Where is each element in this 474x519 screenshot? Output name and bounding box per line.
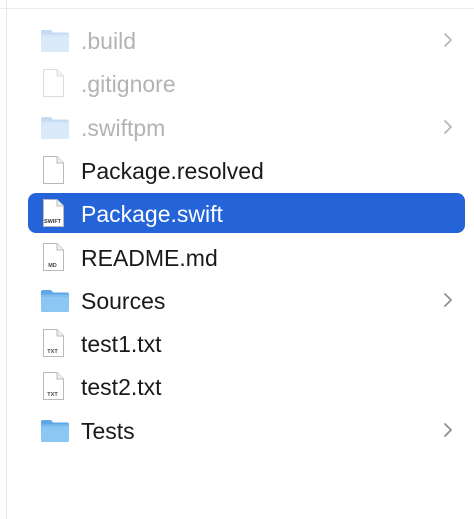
row-gitignore[interactable]: .gitignore	[28, 63, 465, 103]
row-label: test1.txt	[81, 331, 162, 358]
chevron-right-icon[interactable]	[443, 292, 453, 308]
folder-icon	[40, 26, 70, 54]
blank-file-icon	[40, 69, 70, 98]
row-label: Package.resolved	[81, 157, 264, 184]
row-sources[interactable]: Sources	[28, 280, 465, 320]
row-label: README.md	[81, 244, 218, 271]
svg-text:TXT: TXT	[47, 349, 58, 355]
chevron-right-icon[interactable]	[443, 119, 453, 135]
folder-icon	[40, 416, 70, 444]
folder-icon	[40, 286, 70, 314]
row-label: Package.swift	[81, 201, 223, 228]
swift-file-icon: SWIFT	[40, 199, 70, 228]
row-label: Tests	[81, 417, 135, 444]
txt-file-icon: TXT	[40, 372, 70, 401]
svg-text:SWIFT: SWIFT	[44, 219, 62, 225]
row-label: .gitignore	[81, 71, 176, 98]
md-file-icon: MD	[40, 242, 70, 271]
svg-text:TXT: TXT	[47, 392, 58, 398]
svg-text:MD: MD	[48, 263, 57, 269]
folder-icon	[40, 113, 70, 141]
row-label: Sources	[81, 287, 166, 314]
column-top-edge	[0, 0, 474, 9]
column-divider	[0, 0, 7, 519]
row-package-swift[interactable]: SWIFT Package.swift	[28, 193, 465, 234]
row-package-resolved[interactable]: Package.resolved	[28, 150, 465, 190]
row-swiftpm[interactable]: .swiftpm	[28, 107, 465, 147]
row-test2-txt[interactable]: TXT test2.txt	[28, 366, 465, 406]
row-build[interactable]: .build	[28, 20, 465, 60]
txt-file-icon: TXT	[40, 329, 70, 358]
row-label: .build	[81, 28, 136, 54]
blank-file-icon	[40, 155, 70, 184]
row-test1-txt[interactable]: TXT test1.txt	[28, 323, 465, 363]
row-tests[interactable]: Tests	[28, 410, 465, 450]
chevron-right-icon[interactable]	[443, 32, 453, 48]
row-readme-md[interactable]: MD README.md	[28, 237, 465, 277]
chevron-right-icon[interactable]	[443, 422, 453, 438]
row-label: test2.txt	[81, 374, 162, 401]
row-label: .swiftpm	[81, 114, 166, 141]
